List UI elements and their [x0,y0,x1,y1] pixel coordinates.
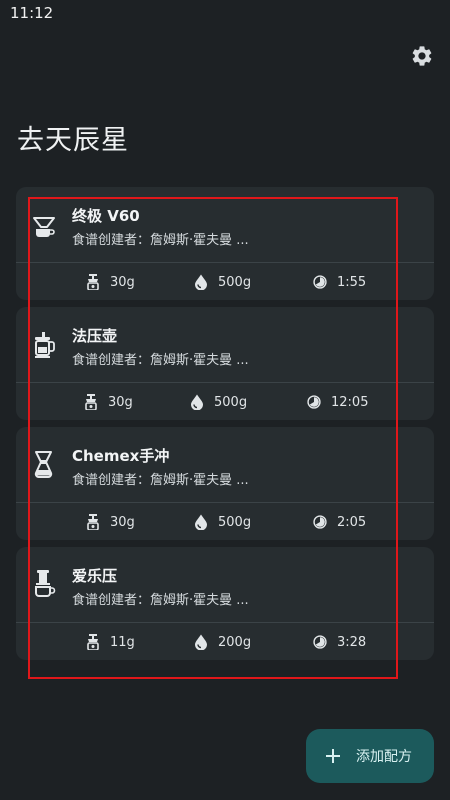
add-recipe-label: 添加配方 [356,749,412,765]
plus-icon [326,749,340,763]
add-recipe-button[interactable]: 添加配方 [306,729,434,783]
settings-button[interactable] [410,44,434,68]
status-bar-time: 11:12 [10,4,54,22]
selection-highlight [28,197,398,679]
page-title: 去天辰星 [17,125,129,156]
gear-icon [412,46,432,66]
